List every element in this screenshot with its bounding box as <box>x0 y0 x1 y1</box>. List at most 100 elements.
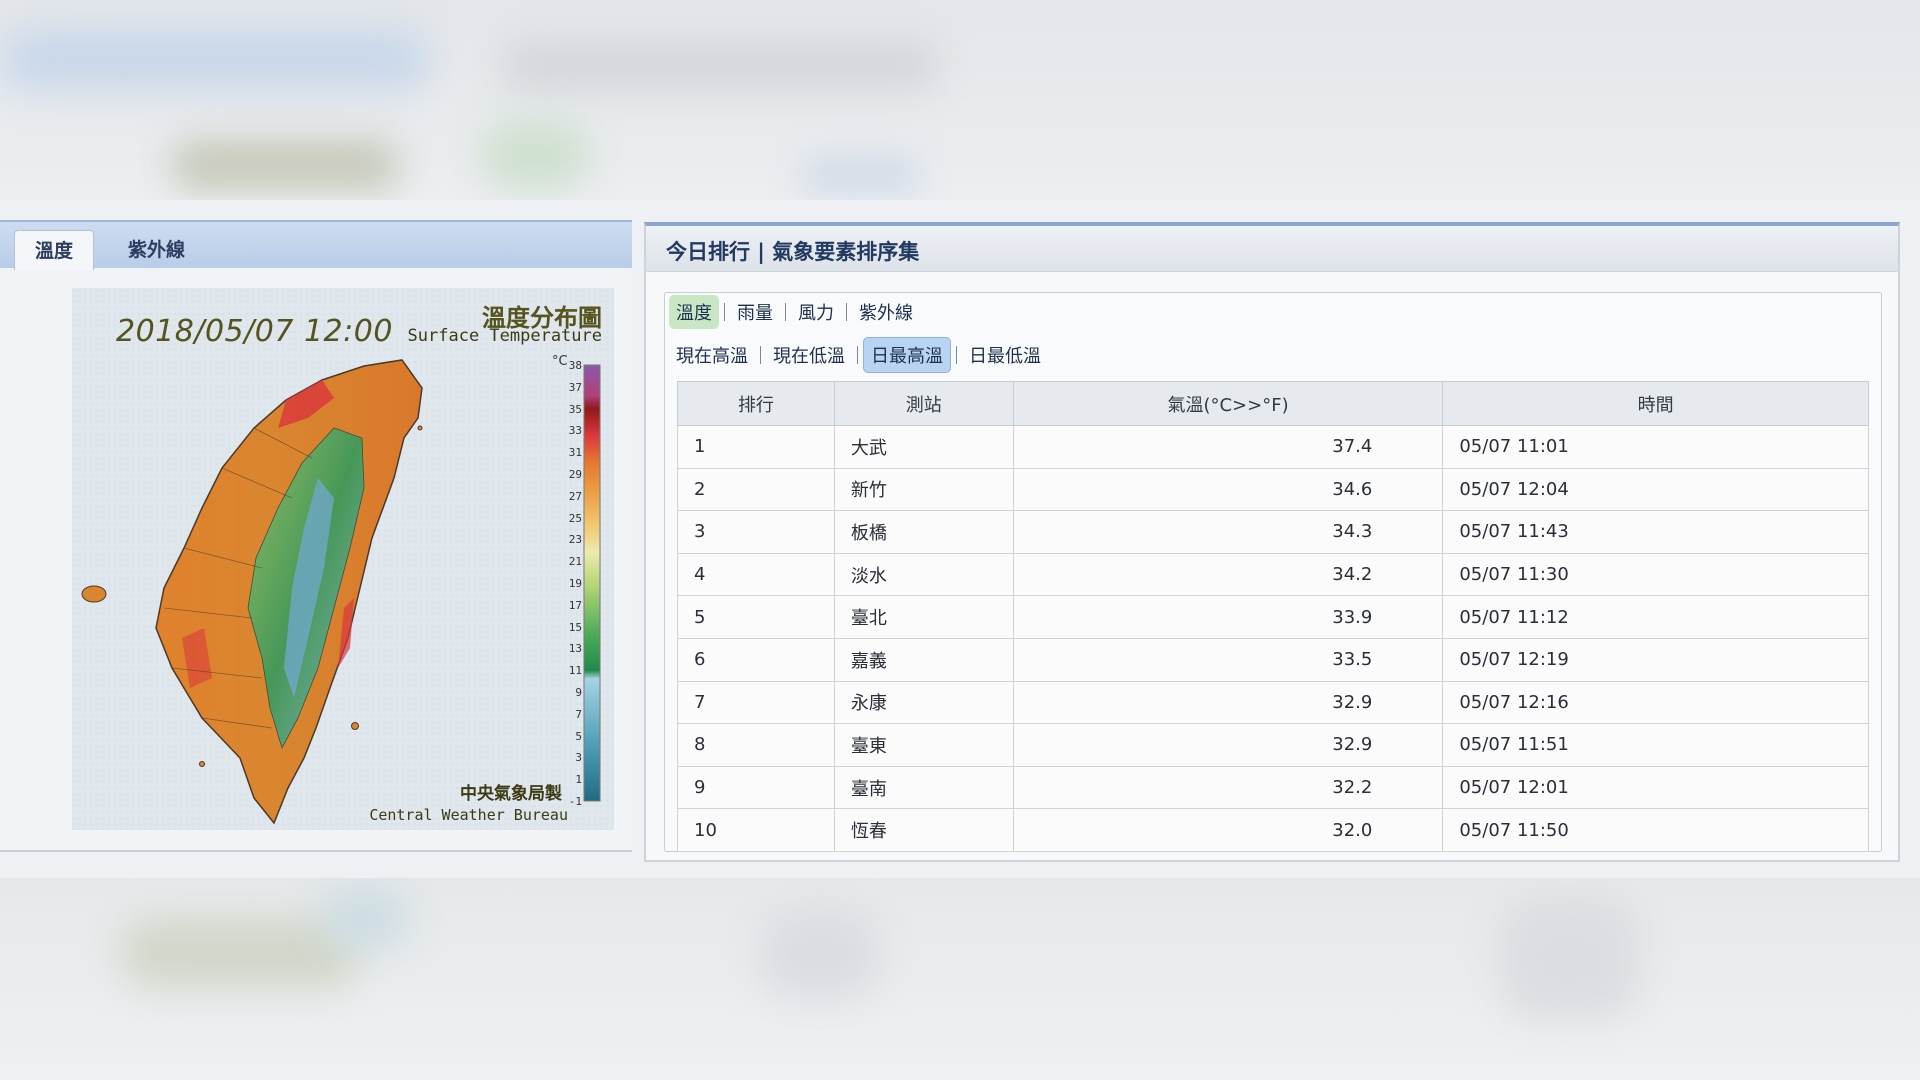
tab-current-high[interactable]: 現在高溫 <box>669 338 755 372</box>
legend-tick-label: 23 <box>568 533 582 547</box>
tab-uv[interactable]: 紫外線 <box>852 295 920 329</box>
legend-tick-label: 29 <box>568 468 582 481</box>
temperature-map-panel: 溫度 紫外線 2018/05/07 12:00 溫度分布圖 Surface Te… <box>0 220 632 852</box>
cell-station: 臺東 <box>833 723 1014 767</box>
cell-temperature: 33.9 <box>1012 595 1444 639</box>
legend-tick-label: 3 <box>575 751 582 765</box>
small-island <box>199 761 205 767</box>
legend-tick-label: 19 <box>568 577 582 590</box>
table-row: 6 嘉義 33.5 05/07 12:19 <box>677 637 1869 682</box>
legend-tick-label: 13 <box>568 642 582 656</box>
green-island <box>351 722 359 730</box>
legend-tick-label: 37 <box>568 380 582 394</box>
legend-tick-label: 7 <box>575 707 582 721</box>
map-tab-uv[interactable]: 紫外線 <box>108 230 205 270</box>
cell-rank: 7 <box>677 680 835 725</box>
blur-shape <box>170 140 400 190</box>
cell-temperature: 32.9 <box>1012 680 1444 725</box>
small-island <box>417 425 423 431</box>
legend-tick-labels: 38 37 35 33 31 29 27 25 23 21 19 17 15 13 11 9 7 5 3 1 -1 <box>556 360 582 807</box>
cell-rank: 9 <box>677 765 835 810</box>
screen-content: 溫度 紫外線 2018/05/07 12:00 溫度分布圖 Surface Te… <box>0 200 1920 878</box>
legend-tick-label: 38 <box>568 359 582 372</box>
cell-station: 臺南 <box>833 765 1014 810</box>
map-tab-temperature[interactable]: 溫度 <box>14 230 95 270</box>
penghu-island <box>81 585 107 603</box>
cell-time: 05/07 11:30 <box>1442 552 1869 597</box>
table-row: 4 淡水 34.2 05/07 11:30 <box>677 552 1869 597</box>
legend-tick-label: 17 <box>568 598 582 612</box>
cell-time: 05/07 12:04 <box>1442 467 1869 512</box>
table-row: 9 臺南 32.2 05/07 12:01 <box>677 765 1869 810</box>
cell-time: 05/07 11:01 <box>1442 425 1869 469</box>
cell-temperature: 32.2 <box>1012 765 1444 810</box>
cell-temperature: 32.0 <box>1012 808 1444 852</box>
map-credit-chinese: 中央氣象局製 <box>460 784 562 804</box>
cell-time: 05/07 11:51 <box>1442 723 1869 767</box>
blur-shape <box>500 40 940 90</box>
blurred-background-bottom <box>0 878 1920 1080</box>
cell-rank: 1 <box>677 425 835 469</box>
cell-temperature: 33.5 <box>1012 637 1444 682</box>
legend-tick-label: 33 <box>568 424 582 438</box>
table-row: 10 恆春 32.0 05/07 11:50 <box>677 808 1869 852</box>
table-row: 8 臺東 32.9 05/07 11:51 <box>677 723 1869 767</box>
legend-color-bar <box>583 364 601 802</box>
cell-station: 恆春 <box>833 808 1014 852</box>
cell-temperature: 37.4 <box>1012 425 1444 469</box>
cell-rank: 2 <box>677 467 835 512</box>
column-header-rank: 排行 <box>677 381 835 426</box>
cell-station: 嘉義 <box>833 637 1014 682</box>
tab-rainfall[interactable]: 雨量 <box>730 295 780 329</box>
blur-shape <box>0 30 430 90</box>
taiwan-temperature-map-graphic <box>72 288 614 830</box>
blur-shape <box>320 888 410 948</box>
tab-temperature[interactable]: 溫度 <box>669 295 719 329</box>
blur-shape <box>800 160 920 190</box>
temperature-type-tab-row: 現在高溫 現在低溫 日最高溫 日最低溫 <box>669 337 1048 373</box>
ranking-table-container: 排行 測站 氣溫(°C>>°F) 時間 1 大武 37.4 05/07 11:01 2 新… <box>677 381 1869 852</box>
cell-station: 淡水 <box>833 552 1014 597</box>
cell-rank: 5 <box>677 595 835 639</box>
tab-separator <box>760 346 761 364</box>
legend-tick-label: 9 <box>575 686 582 699</box>
tab-current-low[interactable]: 現在低溫 <box>766 338 852 372</box>
table-row: 1 大武 37.4 05/07 11:01 <box>677 425 1869 469</box>
map-title-english: Surface Temperature <box>407 326 602 346</box>
ranking-table: 排行 測站 氣溫(°C>>°F) 時間 1 大武 37.4 05/07 11:01 2 新… <box>677 381 1869 852</box>
tab-daily-high[interactable]: 日最高溫 <box>863 337 951 373</box>
legend-tick-label: 21 <box>568 555 582 569</box>
panel-header: 今日排行 | 氣象要素排序集 <box>646 226 1898 272</box>
legend-tick-label: 31 <box>568 446 582 460</box>
cell-rank: 4 <box>677 552 835 597</box>
table-row: 5 臺北 33.9 05/07 11:12 <box>677 595 1869 639</box>
cell-station: 大武 <box>833 425 1014 469</box>
temperature-map: 2018/05/07 12:00 溫度分布圖 Surface Temperatu… <box>72 288 614 830</box>
cell-rank: 8 <box>677 723 835 767</box>
cell-time: 05/07 12:01 <box>1442 765 1869 810</box>
cell-station: 臺北 <box>833 595 1014 639</box>
column-header-station: 測站 <box>833 381 1014 426</box>
table-header-row: 排行 測站 氣溫(°C>>°F) 時間 <box>677 381 1869 426</box>
table-row: 2 新竹 34.6 05/07 12:04 <box>677 467 1869 512</box>
tab-wind[interactable]: 風力 <box>791 295 841 329</box>
cell-time: 05/07 12:19 <box>1442 637 1869 682</box>
tab-daily-low[interactable]: 日最低溫 <box>962 338 1048 372</box>
blurred-background-top <box>0 0 1920 200</box>
legend-tick-label: 35 <box>568 402 582 416</box>
legend-tick-label: 11 <box>568 664 582 678</box>
map-date-time: 2018/05/07 12:00 <box>116 314 393 349</box>
legend-tick-label: 15 <box>568 620 582 634</box>
cell-temperature: 32.9 <box>1012 723 1444 767</box>
column-header-temperature[interactable]: 氣溫(°C>>°F) <box>1012 381 1444 426</box>
panel-title: 今日排行 | 氣象要素排序集 <box>666 240 920 264</box>
legend-tick-label: -1 <box>568 795 582 808</box>
cell-temperature: 34.2 <box>1012 552 1444 597</box>
legend-tick-label: 27 <box>568 489 582 503</box>
legend-tick-label: 1 <box>575 773 582 787</box>
legend-tick-label: 25 <box>568 511 582 525</box>
cell-time: 05/07 11:12 <box>1442 595 1869 639</box>
cell-time: 05/07 11:43 <box>1442 510 1869 554</box>
tab-separator <box>956 346 957 364</box>
cell-rank: 10 <box>677 808 835 852</box>
